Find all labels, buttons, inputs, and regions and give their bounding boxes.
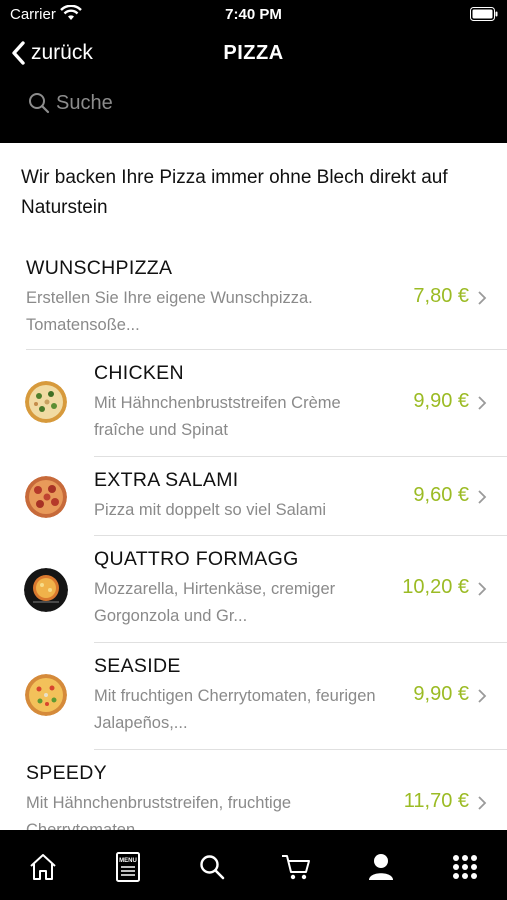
tab-more[interactable] bbox=[448, 850, 482, 884]
list-item-extra-salami[interactable]: EXTRA SALAMI Pizza mit doppelt so viel S… bbox=[0, 457, 507, 535]
chevron-right-icon bbox=[478, 291, 487, 305]
pizza-chicken-image bbox=[25, 381, 67, 423]
search-input[interactable] bbox=[56, 91, 356, 115]
search-bar[interactable] bbox=[28, 89, 356, 117]
header: Carrier 7:40 PM zurück PIZZA bbox=[0, 0, 507, 143]
item-price: 11,70 € bbox=[403, 790, 469, 812]
item-price: 10,20 € bbox=[402, 576, 469, 598]
item-title: WUNSCHPIZZA bbox=[26, 257, 173, 279]
tab-cart[interactable] bbox=[279, 850, 313, 884]
item-price: 9,90 € bbox=[413, 683, 469, 705]
list-item-speedy[interactable]: SPEEDY Mit Hähnchenbruststreifen, frucht… bbox=[0, 750, 507, 830]
list-item-wunschpizza[interactable]: WUNSCHPIZZA Erstellen Sie Ihre eigene Wu… bbox=[0, 245, 507, 351]
menu-list: Wir backen Ihre Pizza immer ohne Blech d… bbox=[0, 143, 507, 830]
item-title: SEASIDE bbox=[94, 655, 181, 677]
menu-card-glyph-text: MENU bbox=[119, 858, 137, 864]
status-bar: Carrier 7:40 PM bbox=[0, 0, 507, 28]
chevron-right-icon bbox=[478, 689, 487, 703]
cart-icon bbox=[282, 855, 310, 880]
list-item-seaside[interactable]: SEASIDE Mit fruchtigen Cherrytomaten, fe… bbox=[0, 643, 507, 749]
search-icon bbox=[200, 855, 225, 880]
pizza-quattro-formaggi-image bbox=[24, 568, 68, 612]
chevron-right-icon bbox=[478, 396, 487, 410]
menu-card-icon: MENU bbox=[116, 852, 140, 882]
item-title: SPEEDY bbox=[26, 762, 107, 784]
item-description: Mit Hähnchenbruststreifen Crème fraîche … bbox=[94, 394, 341, 439]
item-description: Mozzarella, Hirtenkäse, cremiger Gorgonz… bbox=[94, 580, 336, 625]
user-icon bbox=[369, 854, 393, 880]
item-title: QUATTRO FORMAGG bbox=[94, 548, 299, 570]
tab-home[interactable] bbox=[26, 850, 60, 884]
chevron-right-icon bbox=[478, 582, 487, 596]
pizza-seaside-image bbox=[25, 674, 67, 716]
chevron-right-icon bbox=[478, 490, 487, 504]
status-time: 7:40 PM bbox=[225, 6, 282, 23]
page-title: PIZZA bbox=[223, 42, 284, 64]
tab-search[interactable] bbox=[195, 850, 229, 884]
pizza-extra-salami-image bbox=[25, 476, 67, 518]
item-description: Mit Hähnchenbruststreifen, fruchtige Che… bbox=[26, 794, 292, 830]
battery-icon bbox=[470, 7, 498, 21]
home-icon bbox=[30, 854, 56, 880]
chevron-right-icon bbox=[478, 796, 487, 810]
item-description: Pizza mit doppelt so viel Salami bbox=[94, 501, 327, 519]
item-price: 9,90 € bbox=[413, 390, 469, 412]
item-description: Mit fruchtigen Cherrytomaten, feurigen J… bbox=[94, 687, 376, 732]
tab-bar: MENU bbox=[0, 830, 507, 900]
list-item-chicken[interactable]: CHICKEN Mit Hähnchenbruststreifen Crème … bbox=[0, 350, 507, 456]
item-title: EXTRA SALAMI bbox=[94, 469, 239, 491]
item-title: CHICKEN bbox=[94, 362, 184, 384]
list-item-quattro-formagg[interactable]: QUATTRO FORMAGG Mozzarella, Hirtenkäse, … bbox=[0, 536, 507, 642]
grid-icon bbox=[453, 855, 477, 879]
tab-menu[interactable]: MENU bbox=[111, 850, 145, 884]
item-description: Erstellen Sie Ihre eigene Wunschpizza. T… bbox=[26, 289, 313, 334]
intro-text: Wir backen Ihre Pizza immer ohne Blech d… bbox=[21, 167, 448, 218]
item-price: 9,60 € bbox=[413, 484, 469, 506]
tab-profile[interactable] bbox=[364, 850, 398, 884]
search-icon bbox=[29, 93, 50, 114]
item-price: 7,80 € bbox=[413, 285, 469, 307]
